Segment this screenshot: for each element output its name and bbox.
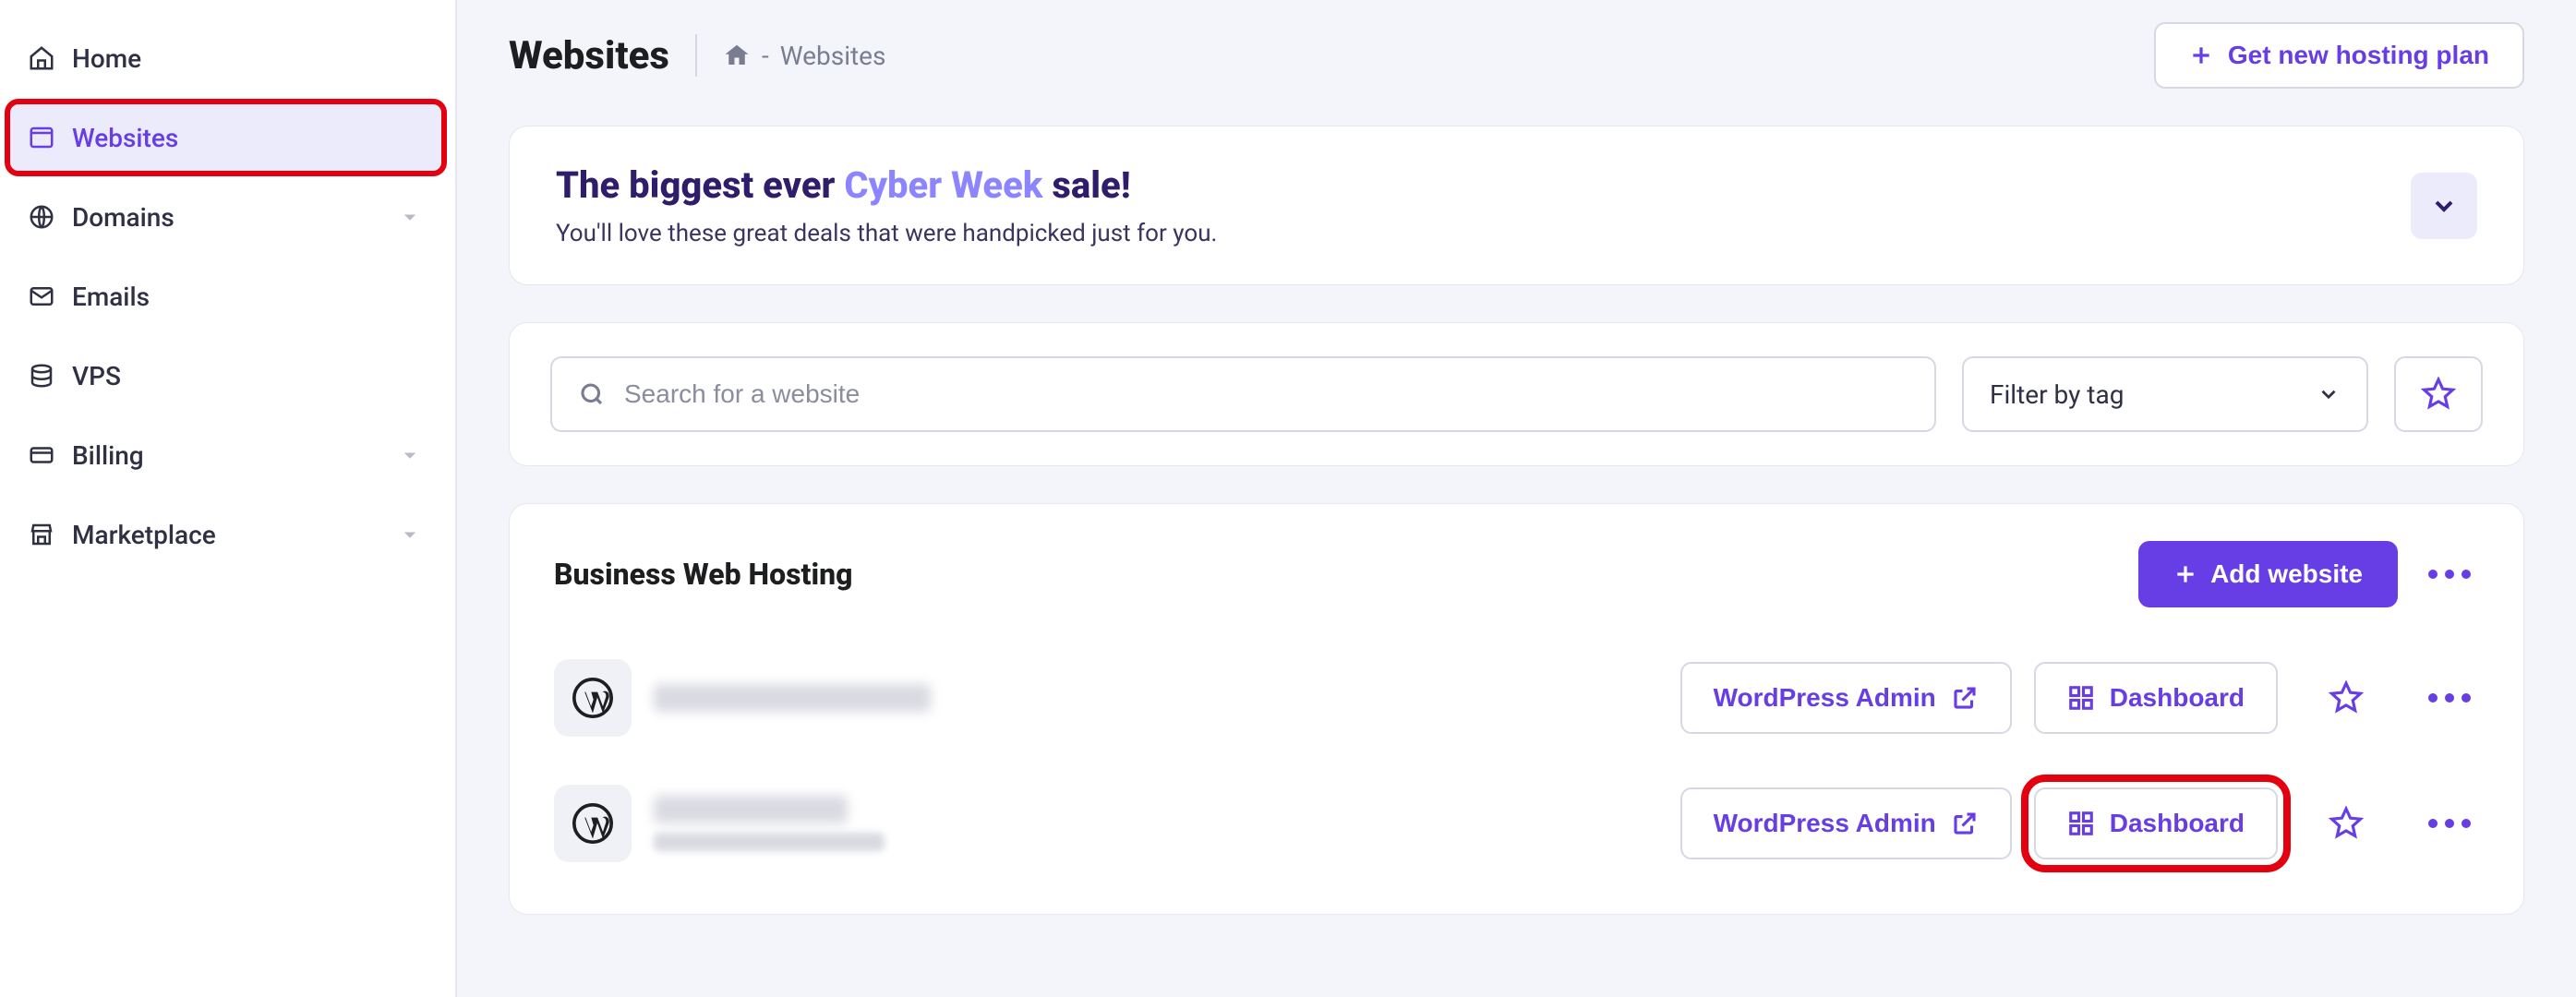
star-icon <box>2329 806 2364 841</box>
new-hosting-plan-button[interactable]: Get new hosting plan <box>2154 22 2524 89</box>
divider <box>695 34 697 77</box>
sidebar-item-label: Domains <box>72 202 175 233</box>
breadcrumb[interactable]: - Websites <box>723 41 885 71</box>
external-link-icon <box>1951 684 1979 712</box>
home-icon <box>723 42 751 69</box>
hosting-group-title: Business Web Hosting <box>554 557 852 592</box>
sidebar-item-label: Emails <box>72 282 150 312</box>
more-icon <box>2428 570 2471 579</box>
page-title: Websites <box>509 33 669 78</box>
chevron-down-icon <box>2429 191 2459 221</box>
sidebar-item-billing[interactable]: Billing <box>7 419 444 491</box>
plus-icon <box>2189 43 2213 67</box>
button-label: WordPress Admin <box>1714 809 1936 838</box>
site-name[interactable] <box>654 684 931 712</box>
dashboard-icon <box>2067 684 2095 712</box>
website-row: WordPress Admin Dashboard <box>554 761 2479 886</box>
favorite-toggle[interactable] <box>2317 794 2376 853</box>
sidebar-item-label: VPS <box>72 361 121 391</box>
site-platform-badge <box>554 659 632 737</box>
sidebar-item-marketplace[interactable]: Marketplace <box>7 498 444 571</box>
promo-banner: The biggest ever Cyber Week sale! You'll… <box>509 126 2524 285</box>
wordpress-icon <box>572 803 613 844</box>
chevron-down-icon <box>2317 382 2341 406</box>
button-label: Dashboard <box>2110 809 2245 838</box>
promo-subtitle: You'll love these great deals that were … <box>556 220 1217 247</box>
button-label: WordPress Admin <box>1714 683 1936 713</box>
home-icon <box>28 44 55 72</box>
promo-title-highlight: Cyber Week <box>844 163 1042 207</box>
globe-icon <box>28 203 55 231</box>
sidebar-item-label: Billing <box>72 440 144 471</box>
card-icon <box>28 441 55 469</box>
wordpress-admin-button[interactable]: WordPress Admin <box>1680 787 2012 859</box>
chevron-down-icon <box>396 521 424 548</box>
hosting-group-header: Business Web Hosting Add website <box>554 541 2479 607</box>
button-label: Add website <box>2210 559 2363 589</box>
sidebar-item-vps[interactable]: VPS <box>7 340 444 412</box>
plus-icon <box>2173 562 2197 586</box>
window-icon <box>28 124 55 151</box>
sidebar-item-label: Marketplace <box>72 520 216 550</box>
sidebar-item-emails[interactable]: Emails <box>7 260 444 332</box>
promo-title-post: sale! <box>1042 163 1130 207</box>
star-icon <box>2421 377 2456 412</box>
sidebar-item-home[interactable]: Home <box>7 22 444 94</box>
site-platform-badge <box>554 785 632 862</box>
sidebar-item-websites[interactable]: Websites <box>7 102 444 174</box>
search-input[interactable] <box>624 379 1908 409</box>
promo-title: The biggest ever Cyber Week sale! <box>556 163 1217 207</box>
site-name[interactable] <box>654 796 885 851</box>
more-icon <box>2428 693 2471 703</box>
filter-by-tag-dropdown[interactable]: Filter by tag <box>1962 356 2368 432</box>
main-content: Websites - Websites Get new hosting plan… <box>457 0 2576 997</box>
dashboard-icon <box>2067 810 2095 837</box>
dashboard-button[interactable]: Dashboard <box>2034 662 2278 734</box>
sidebar-item-domains[interactable]: Domains <box>7 181 444 253</box>
sidebar: Home Websites Domains Emails VPS Billing… <box>0 0 457 997</box>
more-icon <box>2428 819 2471 828</box>
header-bar: Websites - Websites Get new hosting plan <box>509 22 2524 89</box>
wordpress-admin-button[interactable]: WordPress Admin <box>1680 662 2012 734</box>
star-icon <box>2329 680 2364 715</box>
dashboard-button[interactable]: Dashboard <box>2034 787 2278 859</box>
store-icon <box>28 521 55 548</box>
button-label: Get new hosting plan <box>2228 41 2489 70</box>
hosting-group-card: Business Web Hosting Add website WordPre… <box>509 503 2524 915</box>
website-row: WordPress Admin Dashboard <box>554 635 2479 761</box>
chevron-down-icon <box>396 441 424 469</box>
favorite-toggle[interactable] <box>2317 668 2376 727</box>
add-website-button[interactable]: Add website <box>2138 541 2398 607</box>
search-bar-card: Filter by tag <box>509 322 2524 466</box>
wordpress-icon <box>572 678 613 718</box>
website-row-more-button[interactable] <box>2420 794 2479 853</box>
breadcrumb-current: Websites <box>780 41 886 71</box>
favorites-filter-button[interactable] <box>2394 356 2483 432</box>
external-link-icon <box>1951 810 1979 837</box>
hosting-group-more-button[interactable] <box>2420 545 2479 604</box>
button-label: Dashboard <box>2110 683 2245 713</box>
breadcrumb-sep: - <box>762 41 769 71</box>
search-input-wrapper[interactable] <box>550 356 1936 432</box>
sidebar-item-label: Home <box>72 43 141 74</box>
server-icon <box>28 362 55 390</box>
filter-label: Filter by tag <box>1990 379 2124 410</box>
sidebar-item-label: Websites <box>72 123 178 153</box>
chevron-down-icon <box>396 203 424 231</box>
search-icon <box>578 380 606 408</box>
promo-title-pre: The biggest ever <box>556 163 844 207</box>
promo-expand-button[interactable] <box>2411 173 2477 239</box>
website-row-more-button[interactable] <box>2420 668 2479 727</box>
mail-icon <box>28 282 55 310</box>
